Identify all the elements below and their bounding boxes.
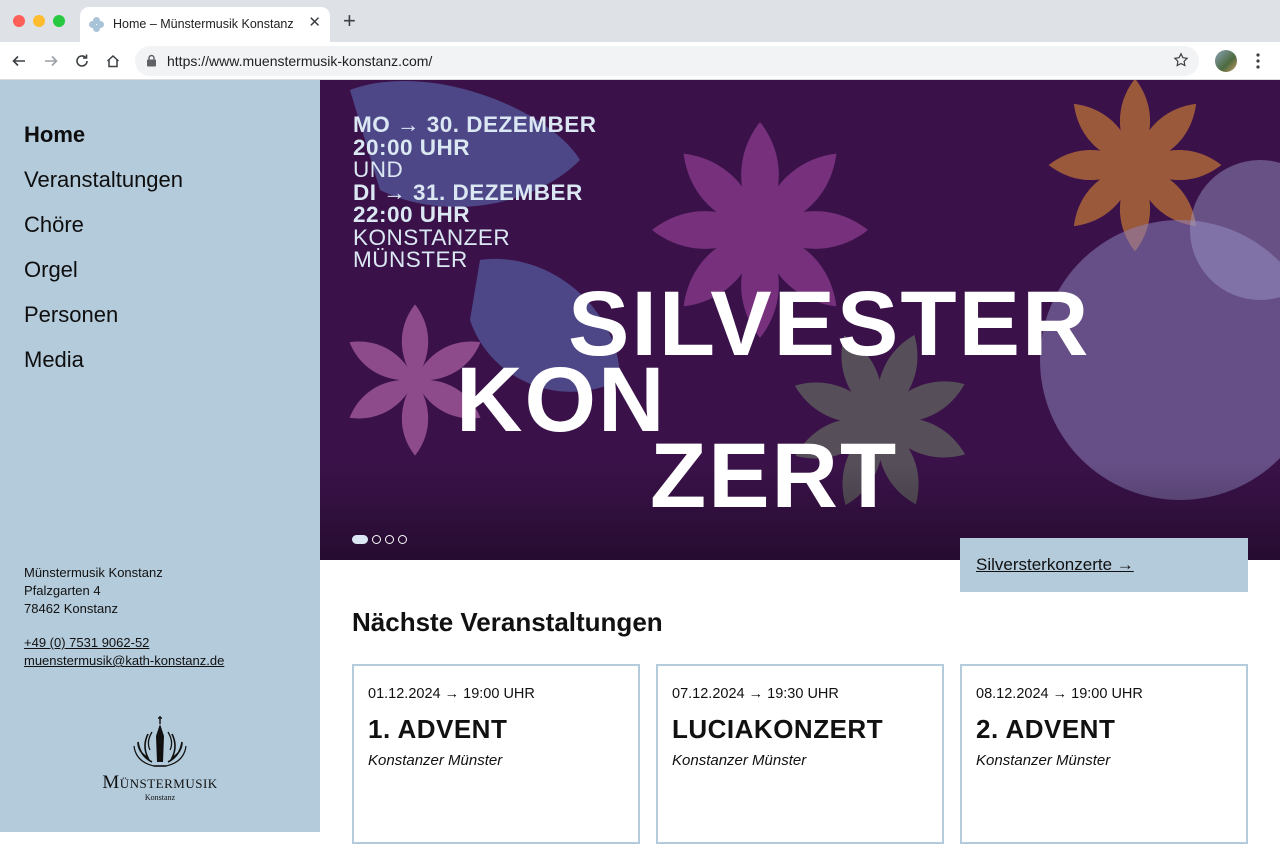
hero-time-2: 22:00 UHR xyxy=(353,202,471,227)
event-date: 07.12.2024 → 19:30 UHR xyxy=(672,686,839,702)
nav-item-choere[interactable]: Chöre xyxy=(24,202,183,247)
nav-item-orgel[interactable]: Orgel xyxy=(24,247,183,292)
hero-title-line-3: ZERT xyxy=(650,425,899,527)
minimize-window-button[interactable] xyxy=(33,15,45,27)
forward-arrow-icon[interactable] xyxy=(40,50,62,72)
site-favicon-icon xyxy=(89,17,104,32)
contact-links: +49 (0) 7531 9062-52 muenstermusik@kath-… xyxy=(24,634,224,670)
email-link[interactable]: muenstermusik@kath-konstanz.de xyxy=(24,652,224,670)
slider-dot[interactable] xyxy=(385,535,394,544)
sidebar: Home Veranstaltungen Chöre Orgel Persone… xyxy=(0,80,320,832)
event-place: Konstanzer Münster xyxy=(368,752,503,769)
organ-emblem-icon xyxy=(133,716,187,767)
home-icon[interactable] xyxy=(102,50,124,72)
logo-subtitle: Konstanz xyxy=(144,793,176,802)
event-title: 2. ADVENT xyxy=(976,714,1116,744)
close-window-button[interactable] xyxy=(13,15,25,27)
nav-item-veranstaltungen[interactable]: Veranstaltungen xyxy=(24,157,183,202)
hero-venue-2: MÜNSTER xyxy=(353,247,468,272)
address-line: 78462 Konstanz xyxy=(24,601,118,616)
event-card[interactable]: 01.12.2024 → 19:00 UHR 1. ADVENT Konstan… xyxy=(352,664,640,844)
slider-dots xyxy=(352,535,407,544)
silvesterkonzerte-link-button[interactable]: Silversterkonzerte → xyxy=(960,538,1248,592)
site-logo[interactable]: Münstermusik Konstanz xyxy=(88,716,232,806)
hero-date-2: DI → 31. DEZEMBER xyxy=(353,179,583,205)
hero-and: UND xyxy=(353,157,404,182)
event-title: 1. ADVENT xyxy=(368,714,508,744)
slider-dot[interactable] xyxy=(398,535,407,544)
event-place: Konstanzer Münster xyxy=(672,752,807,769)
hero-slider[interactable]: MO → 30. DEZEMBER 20:00 UHR UND DI → 31.… xyxy=(320,80,1280,560)
nav-item-personen[interactable]: Personen xyxy=(24,292,183,337)
hero-venue-1: KONSTANZER xyxy=(353,224,511,250)
cta-label: Silversterkonzerte → xyxy=(976,555,1134,574)
slider-dot[interactable] xyxy=(372,535,381,544)
hero-time-1: 20:00 UHR xyxy=(353,134,471,160)
hero-event-dates: MO → 30. DEZEMBER 20:00 UHR UND DI → 31.… xyxy=(353,112,597,272)
tab-close-icon[interactable]: ✕ xyxy=(308,14,321,32)
event-date: 08.12.2024 → 19:00 UHR xyxy=(976,686,1143,702)
reload-icon[interactable] xyxy=(71,50,93,72)
lock-icon xyxy=(147,54,156,67)
browser-toolbar: https://www.muenstermusik-konstanz.com/ xyxy=(0,42,1280,80)
event-place: Konstanzer Münster xyxy=(976,752,1111,769)
address-line: Münstermusik Konstanz xyxy=(24,565,163,580)
url-text: https://www.muenstermusik-konstanz.com/ xyxy=(167,53,433,69)
tab-title: Home – Münstermusik Konstanz xyxy=(113,17,294,31)
main-nav: Home Veranstaltungen Chöre Orgel Persone… xyxy=(24,112,183,382)
event-cards: 01.12.2024 → 19:00 UHR 1. ADVENT Konstan… xyxy=(352,664,1248,844)
hero-date-1: MO → 30. DEZEMBER xyxy=(353,112,597,137)
event-card[interactable]: 08.12.2024 → 19:00 UHR 2. ADVENT Konstan… xyxy=(960,664,1248,844)
upcoming-events-heading: Nächste Veranstaltungen xyxy=(352,607,663,637)
maximize-window-button[interactable] xyxy=(53,15,65,27)
event-card[interactable]: 07.12.2024 → 19:30 UHR LUCIAKONZERT Kons… xyxy=(656,664,944,844)
postal-address: Münstermusik Konstanz Pfalzgarten 4 7846… xyxy=(24,564,163,618)
bookmark-star-icon[interactable] xyxy=(1173,52,1189,68)
profile-avatar[interactable] xyxy=(1215,50,1237,72)
logo-wordmark: Münstermusik xyxy=(102,772,218,793)
address-line: Pfalzgarten 4 xyxy=(24,583,101,598)
browser-menu-icon[interactable] xyxy=(1250,52,1266,70)
event-date: 01.12.2024 → 19:00 UHR xyxy=(368,686,535,702)
browser-tab[interactable]: Home – Münstermusik Konstanz ✕ xyxy=(80,7,330,42)
hero-title-line-2: KON xyxy=(456,349,667,451)
nav-item-home[interactable]: Home xyxy=(24,112,183,157)
event-title: LUCIAKONZERT xyxy=(672,714,884,744)
new-tab-icon[interactable]: + xyxy=(343,10,356,32)
phone-link[interactable]: +49 (0) 7531 9062-52 xyxy=(24,634,224,652)
slider-dot[interactable] xyxy=(352,535,368,544)
back-arrow-icon[interactable] xyxy=(8,50,30,72)
address-bar[interactable]: https://www.muenstermusik-konstanz.com/ xyxy=(135,46,1199,76)
nav-item-media[interactable]: Media xyxy=(24,337,183,382)
browser-tab-bar: Home – Münstermusik Konstanz ✕ + xyxy=(0,0,1280,42)
